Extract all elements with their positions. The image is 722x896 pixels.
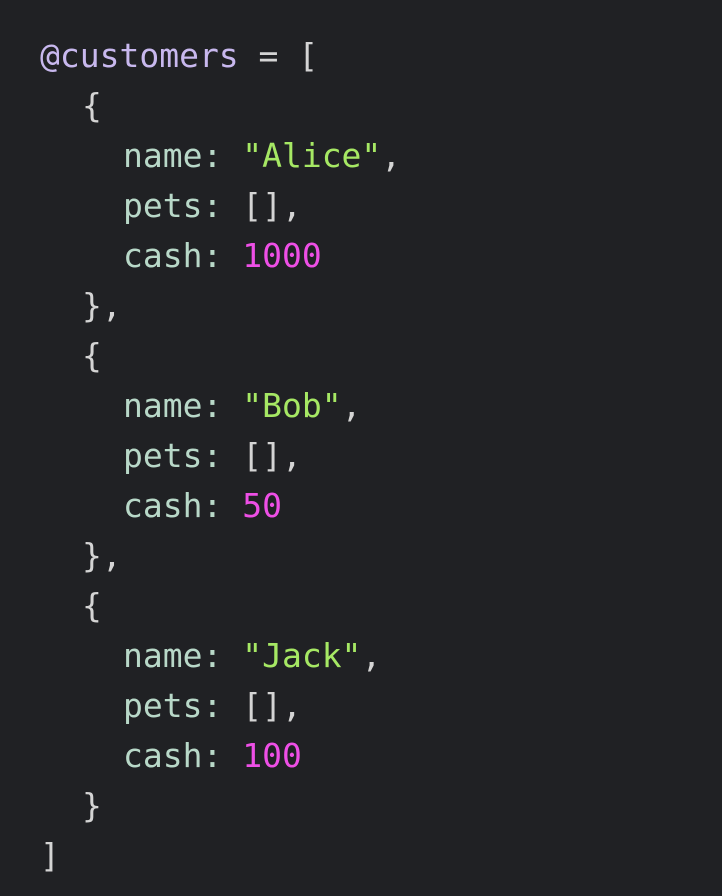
code-line-cash: cash: 1000: [40, 231, 722, 281]
pets-key: pets:: [123, 186, 223, 225]
cash-key: cash:: [123, 236, 223, 275]
name-value: "Alice": [242, 136, 382, 175]
close-bracket: ]: [40, 836, 60, 875]
close-bracket-line: ]: [40, 831, 722, 881]
cash-key: cash:: [123, 486, 223, 525]
code-editor: @customers = [ { name: "Alice", pets: []…: [0, 0, 722, 896]
name-key: name:: [123, 386, 223, 425]
pets-value: []: [242, 186, 282, 225]
cash-key: cash:: [123, 736, 223, 775]
assign-operator: =: [238, 36, 299, 75]
code-line-cash: cash: 100: [40, 731, 722, 781]
name-value: "Bob": [242, 386, 342, 425]
open-brace-line: {: [40, 81, 722, 131]
code-line-pets: pets: [],: [123, 186, 302, 225]
open-brace-line: {: [40, 581, 722, 631]
code-line-name: name: "Alice",: [123, 136, 402, 175]
code-line-declaration: @customers = [: [40, 31, 722, 81]
pets-key: pets:: [123, 436, 223, 475]
open-brace: {: [82, 336, 102, 375]
name-value: "Jack": [242, 636, 362, 675]
open-brace-line: {: [40, 331, 722, 381]
name-key: name:: [123, 636, 223, 675]
code-line-cash: cash: 50: [40, 481, 722, 531]
pets-value: []: [242, 686, 282, 725]
open-brace: {: [82, 586, 102, 625]
name-key: name:: [123, 136, 223, 175]
cash-value: 100: [242, 736, 302, 775]
close-brace: },: [82, 286, 122, 325]
cash-value: 1000: [242, 236, 322, 275]
cash-value: 50: [242, 486, 282, 525]
code-line-name: name: "Bob",: [123, 386, 362, 425]
close-brace: },: [82, 536, 122, 575]
close-brace-line: },: [40, 531, 722, 581]
close-brace-line: }: [40, 781, 722, 831]
code-line-pets: pets: [],: [123, 436, 302, 475]
code-line-pets: pets: [],: [123, 686, 302, 725]
variable-name: @customers: [40, 36, 239, 75]
code-line-name: name: "Jack",: [123, 636, 382, 675]
pets-key: pets:: [123, 686, 223, 725]
close-brace-line: },: [40, 281, 722, 331]
open-brace: {: [82, 86, 102, 125]
pets-value: []: [242, 436, 282, 475]
close-brace: }: [82, 786, 102, 825]
open-bracket: [: [298, 36, 319, 75]
